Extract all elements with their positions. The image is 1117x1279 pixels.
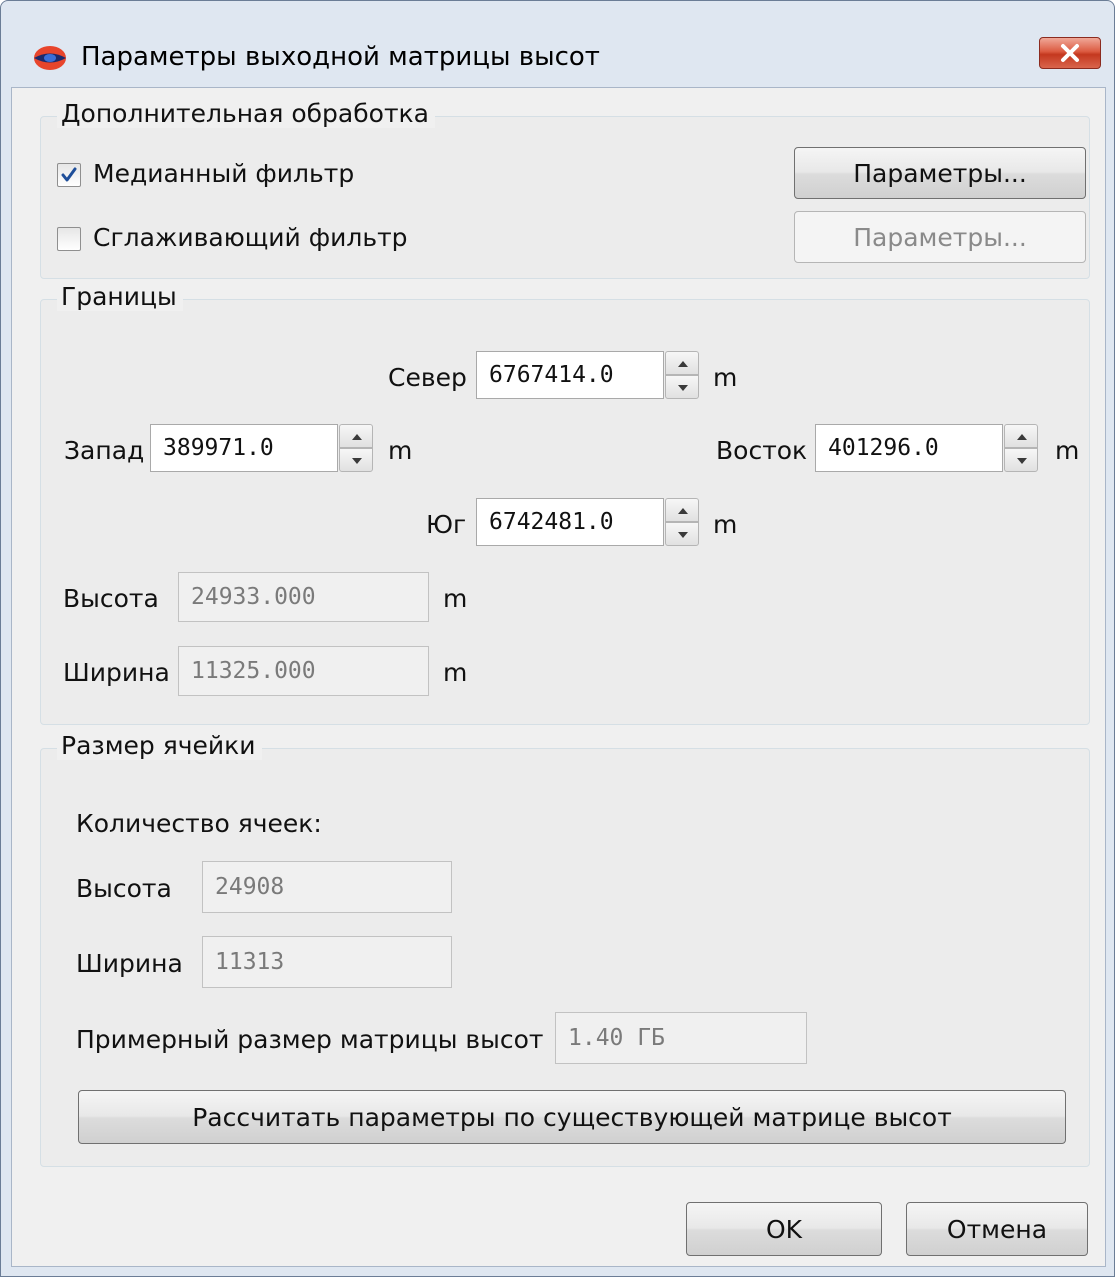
arrow-down-icon	[352, 458, 362, 464]
north-label: Север	[388, 363, 467, 392]
bounds-height-unit: m	[443, 584, 468, 613]
median-filter-checkbox[interactable]	[57, 163, 81, 187]
close-button[interactable]	[1039, 37, 1101, 69]
south-spinner[interactable]	[665, 498, 699, 546]
spin-up-button[interactable]	[665, 351, 699, 375]
bounds-group-title: Границы	[57, 282, 183, 311]
east-unit: m	[1055, 436, 1080, 465]
dialog-client-area: Дополнительная обработка Медианный фильт…	[11, 87, 1106, 1267]
spin-up-button[interactable]	[1004, 424, 1038, 448]
spin-down-button[interactable]	[665, 522, 699, 546]
cell-size-group-title: Размер ячейки	[57, 731, 262, 760]
bounds-width-unit: m	[443, 658, 468, 687]
cell-size-group: Размер ячейки Количество ячеек: Высота 2…	[40, 731, 1090, 1167]
arrow-down-icon	[1017, 458, 1027, 464]
matrix-size-field: 1.40 ГБ	[555, 1012, 807, 1064]
smoothing-filter-checkbox[interactable]	[57, 227, 81, 251]
matrix-size-label: Примерный размер матрицы высот	[76, 1025, 544, 1054]
spin-up-button[interactable]	[665, 498, 699, 522]
arrow-up-icon	[352, 434, 362, 440]
dialog-window: Параметры выходной матрицы высот Дополни…	[0, 0, 1115, 1277]
west-label: Запад	[64, 436, 145, 465]
spin-down-button[interactable]	[665, 375, 699, 399]
spin-down-button[interactable]	[339, 448, 373, 472]
east-spinner[interactable]	[1004, 424, 1038, 472]
cell-height-field: 24908	[202, 861, 452, 913]
title-bar[interactable]: Параметры выходной матрицы высот	[1, 1, 1116, 89]
west-unit: m	[388, 436, 413, 465]
bounds-group: Границы Север 6767414.0 m Запад 389971.0…	[40, 282, 1090, 725]
bounds-height-label: Высота	[63, 584, 159, 613]
north-unit: m	[713, 363, 738, 392]
west-spinner[interactable]	[339, 424, 373, 472]
app-logo-icon	[33, 45, 67, 71]
south-label: Юг	[426, 510, 467, 539]
processing-group: Дополнительная обработка Медианный фильт…	[40, 99, 1090, 279]
cell-count-label: Количество ячеек:	[76, 809, 322, 838]
arrow-down-icon	[678, 385, 688, 391]
north-spinner[interactable]	[665, 351, 699, 399]
arrow-up-icon	[678, 508, 688, 514]
cell-width-label: Ширина	[76, 949, 183, 978]
south-input[interactable]: 6742481.0	[476, 498, 664, 546]
cell-height-label: Высота	[76, 874, 172, 903]
smoothing-filter-label[interactable]: Сглаживающий фильтр	[93, 223, 408, 252]
median-params-button[interactable]: Параметры...	[794, 147, 1086, 199]
processing-group-title: Дополнительная обработка	[57, 99, 435, 128]
north-input[interactable]: 6767414.0	[476, 351, 664, 399]
calculate-from-matrix-button[interactable]: Рассчитать параметры по существующей мат…	[78, 1090, 1066, 1144]
arrow-up-icon	[1017, 434, 1027, 440]
cancel-button[interactable]: Отмена	[906, 1202, 1088, 1256]
west-input[interactable]: 389971.0	[150, 424, 338, 472]
arrow-down-icon	[678, 532, 688, 538]
median-filter-label[interactable]: Медианный фильтр	[93, 159, 354, 188]
cell-width-field: 11313	[202, 936, 452, 988]
bounds-height-field: 24933.000	[178, 572, 429, 622]
bounds-width-label: Ширина	[63, 658, 170, 687]
east-label: Восток	[716, 436, 808, 465]
close-icon	[1061, 44, 1079, 62]
smoothing-params-button[interactable]: Параметры...	[794, 211, 1086, 263]
arrow-up-icon	[678, 361, 688, 367]
bounds-width-field: 11325.000	[178, 646, 429, 696]
east-input[interactable]: 401296.0	[815, 424, 1003, 472]
spin-up-button[interactable]	[339, 424, 373, 448]
south-unit: m	[713, 510, 738, 539]
window-title: Параметры выходной матрицы высот	[81, 42, 600, 72]
spin-down-button[interactable]	[1004, 448, 1038, 472]
ok-button[interactable]: OK	[686, 1202, 882, 1256]
checkmark-icon	[61, 167, 77, 182]
